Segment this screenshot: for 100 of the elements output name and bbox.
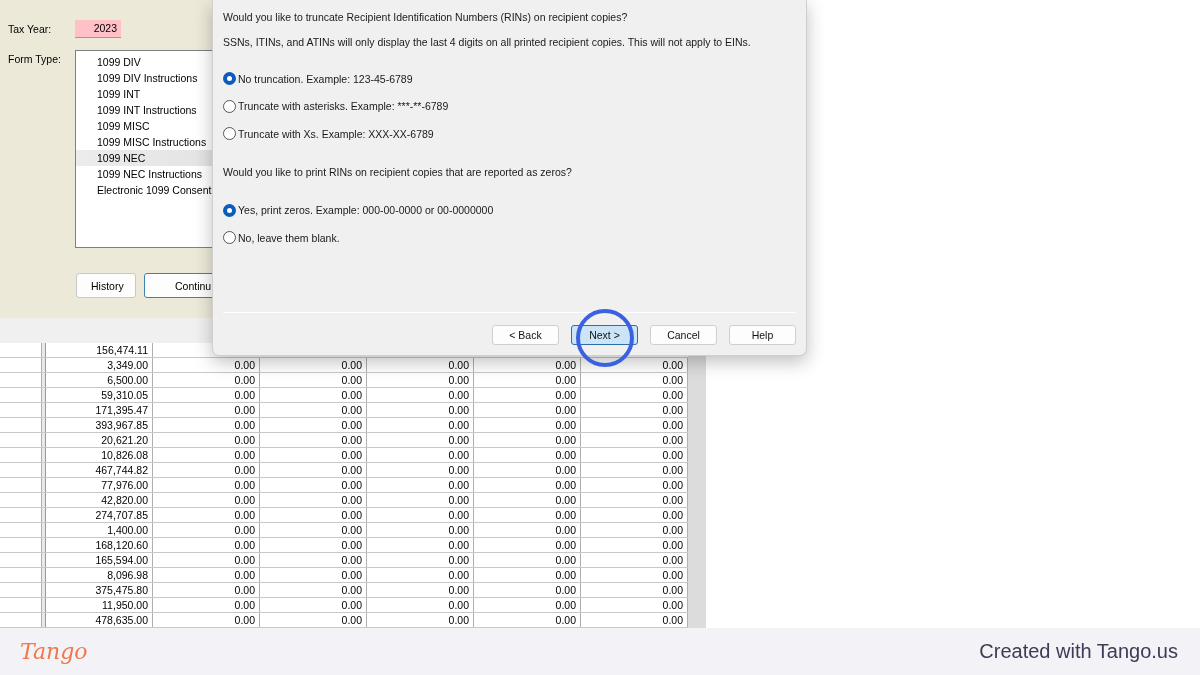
table-cell: 0.00 (153, 523, 260, 537)
table-cell: 0.00 (260, 448, 367, 462)
table-cell: 0.00 (474, 433, 581, 447)
table-cell: 8,096.98 (46, 568, 153, 582)
table-cell: 274,707.85 (46, 508, 153, 522)
table-cell: 0.00 (153, 538, 260, 552)
field-label: Tax Year: (8, 22, 53, 35)
table-cell: 0.00 (581, 448, 688, 462)
radio-button[interactable] (223, 127, 236, 140)
table-cell: 0.00 (260, 433, 367, 447)
table-cell: 0.00 (153, 463, 260, 477)
table-cell: 0.00 (474, 478, 581, 492)
field-label: Form Type: (8, 52, 62, 65)
click-indicator (576, 309, 634, 367)
table-cell: 0.00 (474, 388, 581, 402)
dialog-button[interactable]: Next > (571, 325, 638, 345)
question-text: Would you like to truncate Recipient Identification Numbers (RINs) on recipient copies? (223, 10, 629, 25)
radio-button[interactable] (223, 203, 236, 217)
table-cell: 467,744.82 (46, 463, 153, 477)
history-button[interactable]: History (76, 273, 136, 298)
table-cell: 0.00 (367, 568, 474, 582)
table-cell: 0.00 (474, 463, 581, 477)
table-cell: 0.00 (581, 523, 688, 537)
table-cell: 375,475.80 (46, 583, 153, 597)
table-cell: 0.00 (260, 388, 367, 402)
table-cell: 0.00 (153, 448, 260, 462)
dialog-button[interactable]: < Back (492, 325, 559, 345)
table-cell: 0.00 (367, 598, 474, 612)
table-cell: 0.00 (581, 403, 688, 417)
table-cell: 168,120.60 (46, 538, 153, 552)
tax-year-field[interactable]: 2023 (75, 20, 121, 38)
table-cell: 0.00 (367, 508, 474, 522)
table-cell: 0.00 (153, 358, 260, 372)
table-cell: 0.00 (581, 613, 688, 627)
table-cell: 0.00 (260, 463, 367, 477)
table-cell: 0.00 (260, 523, 367, 537)
table-cell: 0.00 (474, 418, 581, 432)
table-cell: 0.00 (474, 358, 581, 372)
table-cell: 0.00 (260, 478, 367, 492)
table-cell: 0.00 (581, 598, 688, 612)
table-cell: 0.00 (153, 553, 260, 567)
table-cell: 0.00 (474, 448, 581, 462)
table-cell: 156,474.11 (46, 343, 153, 357)
table-cell: 0.00 (153, 433, 260, 447)
table-cell: 0.00 (367, 433, 474, 447)
table-cell: 0.00 (581, 463, 688, 477)
table-cell: 1,400.00 (46, 523, 153, 537)
table-cell: 0.00 (581, 418, 688, 432)
table-cell: 0.00 (153, 613, 260, 627)
table-cell: 0.00 (474, 553, 581, 567)
table-cell: 0.00 (153, 568, 260, 582)
table-cell: 0.00 (153, 508, 260, 522)
table-cell: 478,635.00 (46, 613, 153, 627)
table-cell: 3,349.00 (46, 358, 153, 372)
radio-button[interactable] (223, 99, 236, 113)
dialog-button[interactable]: Help (729, 325, 796, 345)
table-cell: 6,500.00 (46, 373, 153, 387)
note-text: SSNs, ITINs, and ATINs will only display the last 4 digits on all printed recipient copies. This will not apply to EINs. (223, 35, 752, 50)
radio-button[interactable] (223, 72, 236, 85)
table-cell: 0.00 (153, 493, 260, 507)
table-cell: 0.00 (581, 583, 688, 597)
table-cell: 0.00 (260, 598, 367, 612)
table-cell: 0.00 (153, 373, 260, 387)
table-cell: 0.00 (367, 613, 474, 627)
table-cell: 0.00 (474, 373, 581, 387)
table-cell: 0.00 (153, 478, 260, 492)
table-cell: 0.00 (581, 373, 688, 387)
table-cell: 0.00 (367, 373, 474, 387)
table-cell: 11,950.00 (46, 598, 153, 612)
table-cell: 0.00 (474, 403, 581, 417)
table-cell: 0.00 (581, 568, 688, 582)
table-cell: 0.00 (367, 448, 474, 462)
table-cell: 0.00 (260, 583, 367, 597)
table-cell: 0.00 (581, 493, 688, 507)
table-cell: 0.00 (260, 538, 367, 552)
dialog-button[interactable]: Cancel (650, 325, 717, 345)
table-cell: 0.00 (581, 388, 688, 402)
table-cell: 0.00 (153, 418, 260, 432)
table-cell: 0.00 (367, 478, 474, 492)
table-cell: 20,621.20 (46, 433, 153, 447)
table-cell: 0.00 (367, 463, 474, 477)
table-cell: 0.00 (260, 493, 367, 507)
table-cell: 0.00 (153, 598, 260, 612)
table-cell: 0.00 (474, 598, 581, 612)
table-cell: 77,976.00 (46, 478, 153, 492)
table-cell: 0.00 (153, 388, 260, 402)
table-cell: 0.00 (474, 493, 581, 507)
table-cell: 165,594.00 (46, 553, 153, 567)
table-cell: 0.00 (367, 358, 474, 372)
table-cell: 0.00 (581, 358, 688, 372)
table-cell: 0.00 (153, 403, 260, 417)
table-cell: 0.00 (260, 403, 367, 417)
table-cell: 0.00 (581, 433, 688, 447)
table-cell: 0.00 (260, 508, 367, 522)
table-cell: 42,820.00 (46, 493, 153, 507)
table-cell: 0.00 (260, 613, 367, 627)
table-cell: 0.00 (367, 583, 474, 597)
table-cell: 0.00 (581, 553, 688, 567)
radio-button[interactable] (223, 231, 236, 244)
table-cell: 0.00 (474, 613, 581, 627)
